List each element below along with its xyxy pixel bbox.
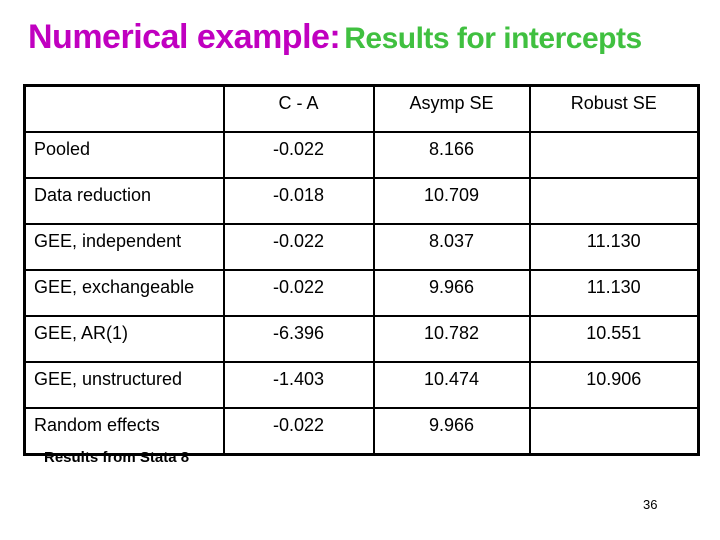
c-minus-a-value: -0.018 [222,177,375,225]
robust-se-value: 10.551 [528,315,700,363]
robust-se-value: 11.130 [528,223,700,271]
c-minus-a-value: -0.022 [222,407,375,456]
table-header-row: C - A Asymp SE Robust SE [23,84,700,133]
slide-title-primary: Numerical example: [28,18,341,56]
robust-se-value: 10.906 [528,361,700,409]
row-label: GEE, exchangeable [23,269,225,317]
header-cell-blank [23,84,225,133]
row-label: GEE, independent [23,223,225,271]
slide-title: Numerical example: Results for intercept… [28,18,642,57]
header-cell-c-minus-a: C - A [222,84,375,133]
asymp-se-value: 8.037 [372,223,531,271]
asymp-se-value: 10.474 [372,361,531,409]
row-label: Data reduction [23,177,225,225]
table-row: GEE, unstructured -1.403 10.474 10.906 [23,361,700,409]
row-label: GEE, AR(1) [23,315,225,363]
asymp-se-value: 9.966 [372,269,531,317]
c-minus-a-value: -1.403 [222,361,375,409]
robust-se-value [528,177,700,225]
asymp-se-value: 9.966 [372,407,531,456]
table-row: GEE, AR(1) -6.396 10.782 10.551 [23,315,700,363]
source-footnote: Results from Stata 8 [44,449,190,466]
robust-se-value [528,407,700,456]
header-cell-robust-se: Robust SE [528,84,700,133]
asymp-se-value: 10.782 [372,315,531,363]
robust-se-value [528,131,700,179]
table-row: Pooled -0.022 8.166 [23,131,700,179]
table-row: GEE, independent -0.022 8.037 11.130 [23,223,700,271]
asymp-se-value: 8.166 [372,131,531,179]
table-row: Random effects -0.022 9.966 [23,407,700,456]
c-minus-a-value: -0.022 [222,269,375,317]
row-label: Pooled [23,131,225,179]
c-minus-a-value: -6.396 [222,315,375,363]
robust-se-value: 11.130 [528,269,700,317]
asymp-se-value: 10.709 [372,177,531,225]
slide-title-secondary: Results for intercepts [344,22,642,55]
header-cell-asymp-se: Asymp SE [372,84,531,133]
c-minus-a-value: -0.022 [222,131,375,179]
row-label: Random effects [23,407,225,456]
row-label: GEE, unstructured [23,361,225,409]
page-number: 36 [643,497,658,512]
table-row: Data reduction -0.018 10.709 [23,177,700,225]
results-table: C - A Asymp SE Robust SE Pooled -0.022 8… [23,84,700,456]
table-row: GEE, exchangeable -0.022 9.966 11.130 [23,269,700,317]
c-minus-a-value: -0.022 [222,223,375,271]
